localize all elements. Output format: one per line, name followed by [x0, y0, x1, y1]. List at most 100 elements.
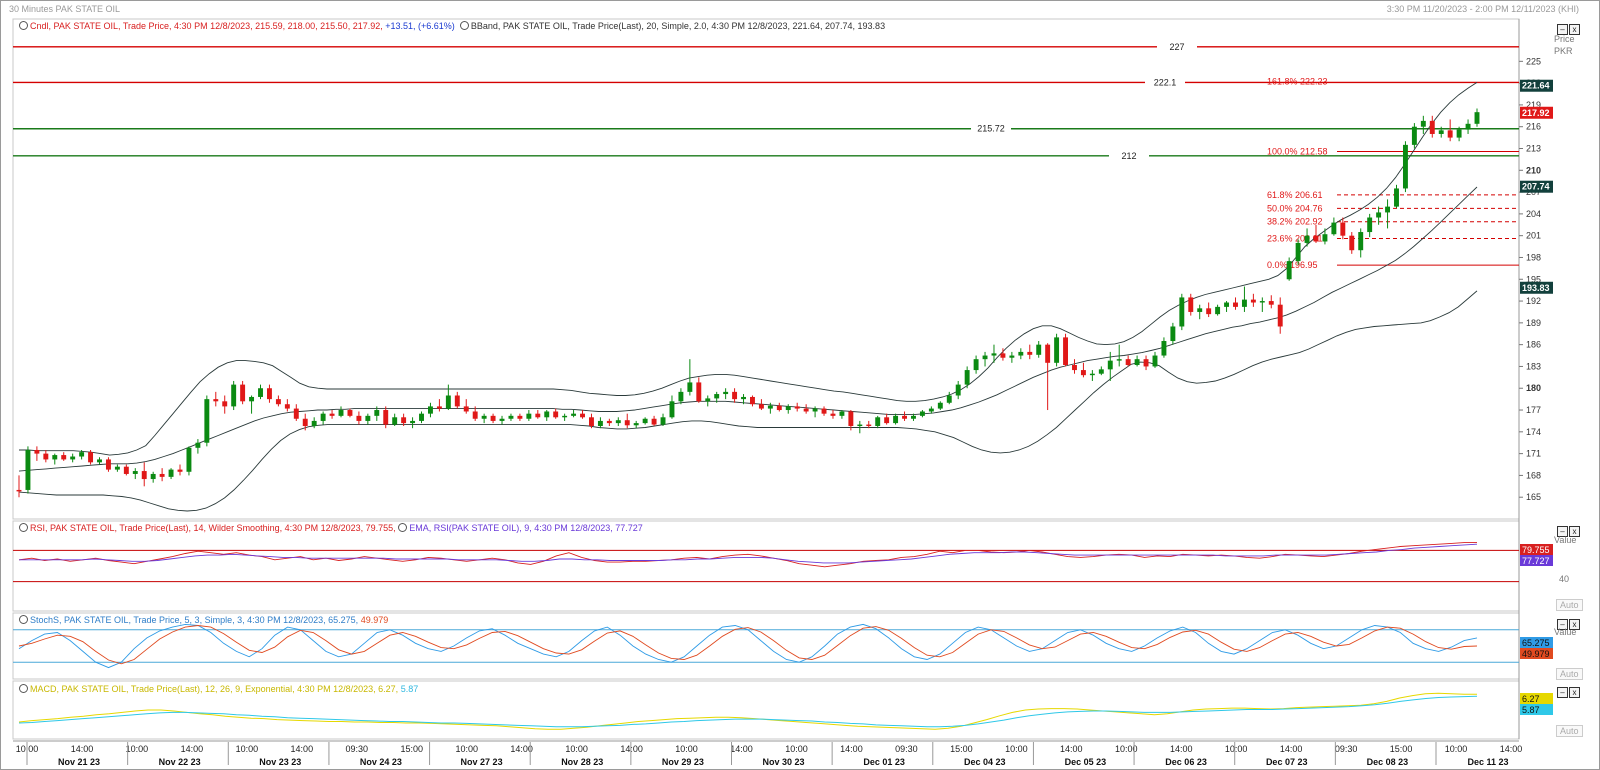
date-label: Dec 01 23	[863, 757, 905, 767]
date-label: Nov 27 23	[461, 757, 503, 767]
price-tick-label: 216	[1526, 122, 1541, 132]
candle-body	[52, 455, 58, 460]
candle-body	[284, 404, 290, 409]
candle-body	[884, 417, 890, 424]
time-tick-label: 14:00	[1170, 744, 1193, 754]
candle-body	[928, 408, 934, 412]
rsi-series-EMA	[19, 543, 1478, 564]
candle-body	[195, 442, 201, 448]
chart-window: 30 Minutes PAK STATE OIL 3:30 PM 11/20/2…	[0, 0, 1600, 770]
candle-body	[1045, 344, 1051, 363]
candle-body	[848, 411, 854, 427]
candle-body	[1152, 355, 1158, 367]
price-tick-label: 198	[1526, 252, 1541, 262]
date-label: Nov 30 23	[762, 757, 804, 767]
candle-body	[937, 402, 943, 409]
candle-body	[624, 420, 630, 426]
candle-body	[365, 415, 371, 421]
candle-body	[1000, 353, 1006, 358]
candle-body	[1134, 359, 1140, 365]
candle-body	[946, 395, 952, 403]
time-tick-label: 10:00	[455, 744, 478, 754]
candle-body	[1018, 351, 1024, 356]
candle-body	[1250, 299, 1256, 303]
candle-body	[1116, 359, 1122, 361]
candle-body	[1268, 301, 1274, 305]
candle-body	[222, 401, 228, 407]
fib-label: 161.8% 222.23	[1267, 76, 1328, 86]
hline-label: 227	[1169, 42, 1184, 52]
time-tick-label: 14:00	[1500, 744, 1523, 754]
candle-body	[794, 406, 800, 409]
candle-body	[1054, 337, 1060, 363]
candle-body	[767, 405, 773, 409]
price-tick-label: 168	[1526, 470, 1541, 480]
candle-body	[150, 473, 156, 480]
fib-label: 38.2% 202.92	[1267, 217, 1323, 227]
candle-body	[1098, 369, 1104, 374]
chart-canvas[interactable]: 1651681711741771801831861891921951982012…	[1, 1, 1599, 769]
candle-body	[1331, 222, 1337, 235]
candle-body	[1286, 261, 1292, 280]
candle-body	[1438, 130, 1444, 134]
price-tick-label: 174	[1526, 427, 1541, 437]
time-tick-label: 14:00	[840, 744, 863, 754]
candle-body	[347, 410, 353, 416]
time-tick-label: 14:00	[291, 744, 314, 754]
candle-body	[1340, 222, 1346, 236]
time-tick-label: 15:00	[950, 744, 973, 754]
candle-body	[1411, 126, 1417, 145]
stoch-badge-label: 49.979	[1522, 649, 1550, 659]
candle-body	[1376, 212, 1382, 218]
candle-body	[1474, 112, 1480, 124]
date-label: Dec 05 23	[1065, 757, 1107, 767]
date-label: Nov 29 23	[662, 757, 704, 767]
candle-body	[606, 420, 612, 424]
candle-body	[1206, 308, 1212, 315]
price-tick-label: 192	[1526, 296, 1541, 306]
candle-body	[562, 415, 568, 418]
candle-body	[758, 404, 764, 409]
date-label: Nov 28 23	[561, 757, 603, 767]
bollinger-lower-line	[18, 290, 1478, 512]
candle-body	[61, 455, 67, 460]
time-tick-label: 09:30	[895, 744, 918, 754]
time-tick-label: 10:00	[126, 744, 149, 754]
candle-body	[1402, 144, 1408, 189]
date-label: Dec 06 23	[1165, 757, 1207, 767]
candle-body	[1259, 301, 1265, 303]
time-tick-label: 10:00	[236, 744, 259, 754]
candle-body	[419, 413, 424, 421]
candle-body	[105, 459, 111, 470]
candle-body	[642, 418, 648, 424]
candle-body	[311, 420, 317, 427]
macd-badge-label: 6.27	[1522, 694, 1540, 704]
candle-body	[159, 473, 165, 477]
candle-body	[204, 399, 210, 443]
candle-body	[1170, 326, 1176, 342]
candle-body	[213, 399, 219, 402]
rsi-badge-label: 77.727	[1522, 556, 1550, 566]
candle-body	[633, 423, 639, 426]
candle-body	[1277, 304, 1283, 327]
time-tick-label: 14:00	[71, 744, 94, 754]
candle-body	[991, 353, 997, 356]
candle-body	[508, 415, 514, 419]
candle-body	[392, 417, 398, 425]
candle-body	[669, 401, 675, 418]
candle-body	[660, 417, 666, 425]
candle-body	[1063, 337, 1068, 365]
time-tick-label: 14:00	[620, 744, 643, 754]
candle-body	[338, 410, 344, 416]
date-label: Dec 11 23	[1467, 757, 1508, 767]
hline-label: 212	[1121, 151, 1136, 161]
stoch-badge-label: 65.275	[1522, 638, 1550, 648]
candle-body	[1089, 373, 1095, 376]
candle-body	[1143, 359, 1149, 367]
candle-body	[25, 449, 31, 490]
time-tick-label: 14:00	[510, 744, 533, 754]
price-tick-label: 210	[1526, 165, 1541, 175]
candle-body	[1313, 235, 1319, 242]
candle-body	[839, 411, 845, 416]
time-tick-label: 09:30	[1335, 744, 1358, 754]
